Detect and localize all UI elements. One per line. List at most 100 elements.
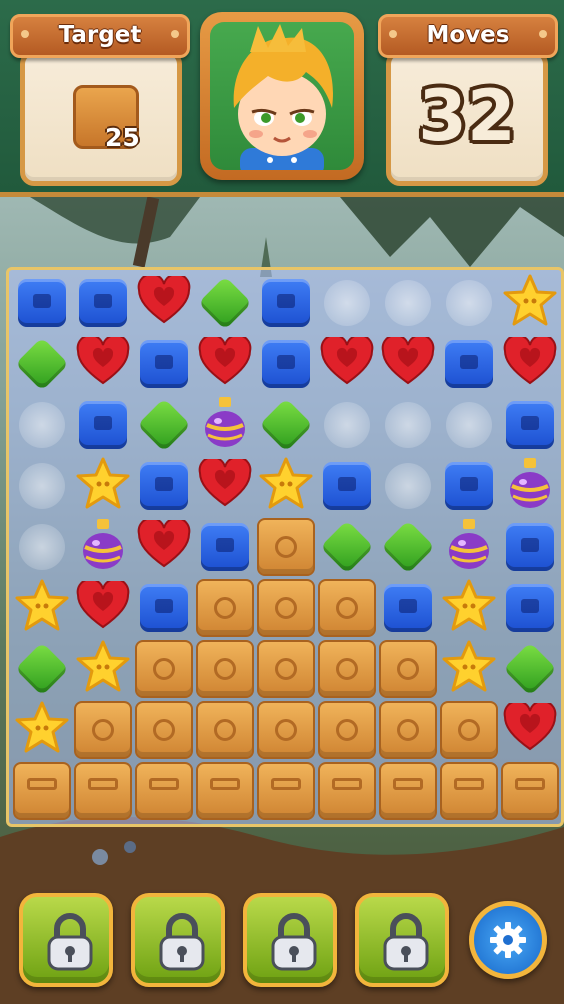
locked-booster-2[interactable] [131, 893, 225, 987]
blue-button-tile[interactable] [256, 273, 316, 333]
wooden-base-tile[interactable] [73, 761, 133, 821]
red-heart-tile[interactable] [73, 578, 133, 638]
red-heart-tile[interactable] [134, 517, 194, 577]
wooden-crate-tile[interactable] [317, 700, 377, 760]
wooden-base-tile-icon [74, 762, 132, 820]
red-heart-tile[interactable] [378, 334, 438, 394]
empty-cell-icon [385, 463, 431, 509]
green-gem-tile[interactable] [195, 273, 255, 333]
wooden-base-tile-icon [196, 762, 254, 820]
locked-booster-1[interactable] [19, 893, 113, 987]
wooden-base-tile-icon [501, 762, 559, 820]
wooden-base-tile[interactable] [378, 761, 438, 821]
blue-button-tile-icon [79, 401, 127, 449]
wooden-crate-tile[interactable] [195, 700, 255, 760]
wooden-crate-tile[interactable] [256, 578, 316, 638]
blue-button-tile[interactable] [439, 456, 499, 516]
locked-booster-3[interactable] [243, 893, 337, 987]
red-heart-tile[interactable] [134, 273, 194, 333]
empty-cell [439, 273, 499, 333]
wooden-base-tile[interactable] [500, 761, 560, 821]
red-heart-tile-icon [503, 334, 557, 391]
red-heart-tile[interactable] [195, 456, 255, 516]
wooden-crate-tile[interactable] [439, 700, 499, 760]
yellow-star-tile[interactable] [12, 578, 72, 638]
red-heart-tile-icon [198, 456, 252, 513]
wooden-crate-tile[interactable] [256, 517, 316, 577]
green-gem-tile[interactable] [12, 334, 72, 394]
empty-cell-icon [19, 463, 65, 509]
red-heart-tile-icon [137, 273, 191, 330]
yellow-star-tile[interactable] [12, 700, 72, 760]
wooden-base-tile[interactable] [134, 761, 194, 821]
green-gem-tile[interactable] [12, 639, 72, 699]
wooden-base-tile-icon [13, 762, 71, 820]
green-gem-tile[interactable] [317, 517, 377, 577]
red-heart-tile[interactable] [73, 334, 133, 394]
wooden-base-tile[interactable] [317, 761, 377, 821]
wooden-base-tile[interactable] [439, 761, 499, 821]
green-gem-tile-icon [320, 520, 374, 574]
red-heart-tile[interactable] [500, 334, 560, 394]
wooden-crate-tile[interactable] [195, 639, 255, 699]
wooden-crate-tile[interactable] [195, 578, 255, 638]
purple-potion-tile[interactable] [439, 517, 499, 577]
blue-button-tile[interactable] [73, 395, 133, 455]
green-gem-tile[interactable] [378, 517, 438, 577]
blue-button-tile[interactable] [256, 334, 316, 394]
yellow-star-tile[interactable] [73, 639, 133, 699]
yellow-star-tile[interactable] [73, 456, 133, 516]
blue-button-tile[interactable] [500, 395, 560, 455]
wooden-crate-tile[interactable] [256, 700, 316, 760]
purple-potion-tile[interactable] [73, 517, 133, 577]
green-gem-tile-icon [259, 398, 313, 452]
empty-cell [12, 517, 72, 577]
blue-button-tile[interactable] [378, 578, 438, 638]
wooden-crate-tile[interactable] [317, 639, 377, 699]
wooden-base-tile[interactable] [256, 761, 316, 821]
wooden-crate-tile[interactable] [256, 639, 316, 699]
green-gem-tile[interactable] [134, 395, 194, 455]
blue-button-tile[interactable] [500, 517, 560, 577]
wooden-crate-tile[interactable] [378, 700, 438, 760]
wooden-crate-tile[interactable] [134, 700, 194, 760]
blue-button-tile[interactable] [134, 578, 194, 638]
yellow-star-tile[interactable] [256, 456, 316, 516]
blue-button-tile[interactable] [439, 334, 499, 394]
green-gem-tile[interactable] [500, 639, 560, 699]
yellow-star-tile[interactable] [439, 578, 499, 638]
yellow-star-tile[interactable] [439, 639, 499, 699]
blue-button-tile[interactable] [134, 456, 194, 516]
blue-button-tile[interactable] [500, 578, 560, 638]
red-heart-tile[interactable] [500, 700, 560, 760]
yellow-star-tile[interactable] [500, 273, 560, 333]
wooden-crate-tile[interactable] [73, 700, 133, 760]
locked-booster-4[interactable] [355, 893, 449, 987]
blue-button-tile[interactable] [73, 273, 133, 333]
empty-cell [317, 273, 377, 333]
blue-button-tile[interactable] [195, 517, 255, 577]
wooden-base-tile[interactable] [195, 761, 255, 821]
blue-button-tile[interactable] [317, 456, 377, 516]
wooden-crate-tile-icon [379, 640, 437, 698]
empty-cell [378, 273, 438, 333]
green-gem-tile[interactable] [256, 395, 316, 455]
settings-button[interactable] [469, 901, 547, 979]
wooden-base-tile[interactable] [12, 761, 72, 821]
green-gem-tile-icon [198, 276, 252, 330]
blue-button-tile[interactable] [134, 334, 194, 394]
wooden-crate-tile[interactable] [134, 639, 194, 699]
green-gem-tile-icon [15, 642, 69, 696]
red-heart-tile-icon [503, 700, 557, 757]
red-heart-tile[interactable] [317, 334, 377, 394]
wooden-crate-tile[interactable] [378, 639, 438, 699]
purple-potion-tile[interactable] [195, 395, 255, 455]
blue-button-tile[interactable] [12, 273, 72, 333]
purple-potion-tile-icon [78, 517, 128, 577]
bolt-icon [389, 30, 397, 38]
purple-potion-tile[interactable] [500, 456, 560, 516]
red-heart-tile[interactable] [195, 334, 255, 394]
wooden-crate-tile[interactable] [317, 578, 377, 638]
game-board[interactable] [6, 267, 564, 827]
empty-cell-icon [19, 402, 65, 448]
